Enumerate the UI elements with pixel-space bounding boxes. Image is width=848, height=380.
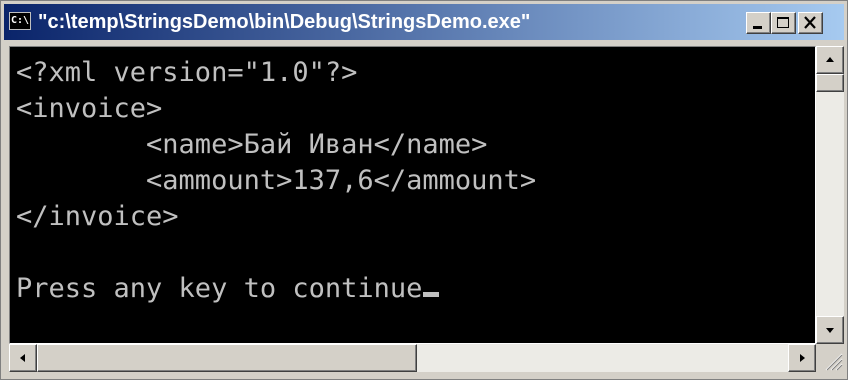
- prompt-text: Press any key to continue: [16, 273, 423, 304]
- console-window: C:\ "c:\temp\StringsDemo\bin\Debug\Strin…: [0, 0, 848, 380]
- console-app-icon[interactable]: C:\: [9, 12, 31, 30]
- vertical-scroll-thumb[interactable]: [816, 74, 844, 92]
- maximize-icon: [777, 17, 789, 28]
- scroll-up-button[interactable]: [816, 46, 844, 74]
- close-button[interactable]: [798, 12, 823, 34]
- console-line: <ammount>137,6</ammount>: [16, 165, 537, 196]
- text-cursor: [423, 292, 440, 297]
- console-prompt-line: Press any key to continue: [16, 271, 440, 307]
- vertical-scrollbar[interactable]: [816, 46, 844, 344]
- console-line: <invoice>: [16, 93, 163, 124]
- horizontal-scroll-thumb[interactable]: [37, 344, 417, 372]
- arrow-right-icon: [800, 354, 805, 362]
- resize-grip[interactable]: [816, 344, 844, 372]
- minimize-button[interactable]: [746, 12, 771, 34]
- scroll-right-button[interactable]: [788, 344, 816, 372]
- minimize-icon: [753, 26, 762, 29]
- window-title: "c:\temp\StringsDemo\bin\Debug\StringsDe…: [38, 11, 531, 33]
- console-line: <?xml version="1.0"?>: [16, 57, 358, 88]
- scroll-down-button[interactable]: [816, 316, 844, 344]
- resize-grip-icon: [825, 353, 843, 371]
- scroll-left-button[interactable]: [9, 344, 37, 372]
- arrow-up-icon: [826, 57, 834, 62]
- title-bar[interactable]: C:\ "c:\temp\StringsDemo\bin\Debug\Strin…: [4, 4, 844, 40]
- maximize-button[interactable]: [771, 12, 796, 34]
- horizontal-scrollbar[interactable]: [9, 344, 816, 372]
- arrow-left-icon: [20, 354, 25, 362]
- console-line: </invoice>: [16, 201, 179, 232]
- close-icon: [804, 16, 816, 29]
- console-output[interactable]: <?xml version="1.0"?> <invoice> <name>Ба…: [9, 46, 816, 344]
- console-line: <name>Бай Иван</name>: [16, 129, 488, 160]
- arrow-down-icon: [826, 328, 834, 333]
